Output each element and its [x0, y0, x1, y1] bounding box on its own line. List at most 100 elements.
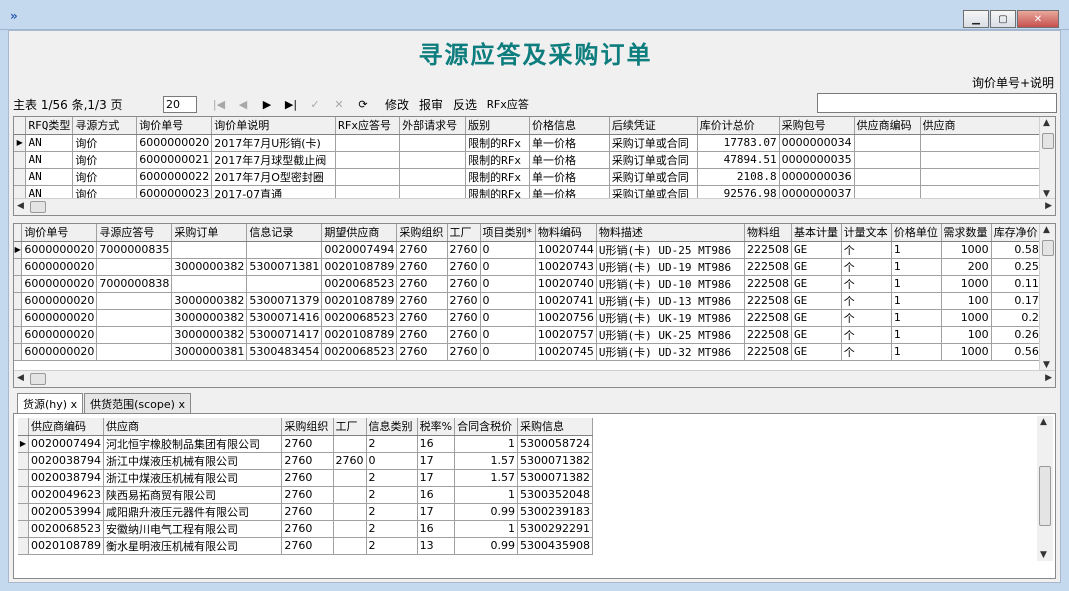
table-cell[interactable]: 2760 [333, 452, 367, 470]
table-cell[interactable]: 1 [891, 275, 942, 293]
table-cell[interactable]: 2760 [447, 275, 481, 293]
table-cell[interactable] [246, 275, 323, 293]
table-cell[interactable]: 2760 [396, 326, 448, 344]
table-cell[interactable]: 0 [366, 452, 418, 470]
table-cell[interactable]: 2 [366, 503, 418, 521]
scroll-up-icon[interactable]: ▲ [1040, 417, 1047, 427]
table-cell[interactable]: 0020068523 [321, 309, 398, 327]
table-cell[interactable]: 0 [480, 309, 536, 327]
column-header[interactable]: 合同含税价 [454, 418, 518, 436]
table-cell[interactable]: 222508 [744, 309, 792, 327]
table-cell[interactable]: 17 [417, 452, 456, 470]
table-cell[interactable]: 0.26 [991, 326, 1042, 344]
edit-button[interactable]: 修改 [385, 96, 409, 113]
table-cell[interactable]: 个 [841, 292, 892, 310]
table-cell[interactable]: AN [25, 134, 74, 152]
table-cell[interactable]: 0020108789 [321, 292, 398, 310]
column-header[interactable]: 询价单号 [136, 117, 213, 135]
table-row[interactable]: 0020108789 衡水星明液压机械有限公司 2760 2 13 0.99 5300435… [18, 537, 593, 555]
table-cell[interactable]: 0020007494 [321, 241, 398, 259]
column-header[interactable]: 采购订单 [171, 224, 248, 242]
table-cell[interactable] [399, 134, 467, 152]
prev-record-button[interactable]: ◀ [231, 98, 255, 111]
table-cell[interactable]: 2 [366, 537, 418, 555]
column-header[interactable]: 信息类别 [366, 418, 418, 436]
row-indicator[interactable] [18, 520, 30, 538]
table-cell[interactable]: 222508 [744, 258, 792, 276]
table-cell[interactable] [854, 168, 921, 186]
table-cell[interactable]: GE [791, 343, 842, 361]
table-cell[interactable]: 0000000035 [779, 151, 855, 169]
row-indicator[interactable] [18, 537, 30, 555]
table-cell[interactable]: 采购订单或合同 [609, 134, 698, 152]
page-size-input[interactable]: 20 [163, 95, 197, 113]
table-cell[interactable]: 2108.8 [697, 168, 780, 186]
table-cell[interactable]: 6000000021 [136, 151, 213, 169]
table-cell[interactable]: 0.2 [991, 309, 1042, 327]
confirm-button[interactable]: ✓ [303, 98, 327, 111]
table-cell[interactable]: 2760 [281, 503, 334, 521]
refresh-button[interactable]: ⟳ [351, 98, 375, 111]
table-cell[interactable]: 0020068523 [28, 520, 104, 538]
scroll-right-icon[interactable]: ▶ [1045, 201, 1052, 211]
table-cell[interactable]: 222508 [744, 292, 792, 310]
table-cell[interactable]: 17 [417, 503, 456, 521]
table-cell[interactable] [171, 241, 248, 259]
table-cell[interactable]: 2760 [396, 309, 448, 327]
table-cell[interactable]: 1000 [941, 309, 992, 327]
table-cell[interactable]: 2017年7月球型截止阀 [211, 151, 337, 169]
table-cell[interactable]: 咸阳鼎升液压元器件有限公司 [103, 503, 283, 521]
scroll-left-icon[interactable]: ◀ [17, 201, 24, 211]
table-cell[interactable]: U形销(卡) UK-19 MT986 [596, 309, 746, 327]
table-cell[interactable]: 10020744 [535, 241, 597, 259]
table-cell[interactable]: 询价 [72, 151, 138, 169]
scroll-up-icon[interactable]: ▲ [1043, 118, 1050, 128]
table-cell[interactable]: 0020049623 [28, 486, 104, 504]
table-row[interactable]: 6000000020 3000000382 5300071416 0020068523… [14, 309, 1055, 327]
table-cell[interactable]: 0020038794 [28, 452, 104, 470]
table-row[interactable]: 0020038794 浙江中煤液压机械有限公司 2760 2760 0 17 1.57 530… [18, 452, 593, 470]
scroll-thumb[interactable] [1042, 133, 1054, 149]
table-cell[interactable]: GE [791, 241, 842, 259]
table-cell[interactable]: 2760 [396, 258, 448, 276]
table-cell[interactable]: 3000000382 [171, 326, 248, 344]
table-cell[interactable] [246, 241, 323, 259]
table-cell[interactable] [333, 520, 367, 538]
table-cell[interactable] [96, 309, 173, 327]
table-row[interactable]: ▶ AN 询价 6000000020 2017年7月U形销(卡) 限制的RFx 单一价格 采购… [14, 134, 1055, 152]
table-cell[interactable]: 2760 [447, 292, 481, 310]
scroll-thumb[interactable] [1042, 240, 1054, 256]
table-cell[interactable]: 5300292291 [517, 520, 593, 538]
table-cell[interactable]: 5300435908 [517, 537, 593, 555]
table-row[interactable]: 0020049623 陕西易拓商贸有限公司 2760 2 16 1 5300352048 [18, 486, 593, 504]
table-cell[interactable]: 6000000020 [21, 309, 98, 327]
scroll-right-icon[interactable]: ▶ [1045, 373, 1052, 383]
table-cell[interactable]: 2760 [281, 520, 334, 538]
table-cell[interactable]: 2760 [447, 343, 481, 361]
current-row-indicator-icon[interactable]: ▶ [14, 134, 27, 152]
table-cell[interactable] [333, 537, 367, 555]
column-header[interactable]: 询价单号 [21, 224, 98, 242]
column-header[interactable]: RFx应答号 [335, 117, 401, 135]
table-cell[interactable]: 13 [417, 537, 456, 555]
table-cell[interactable]: 5300071382 [517, 452, 593, 470]
table-cell[interactable]: 个 [841, 309, 892, 327]
table-cell[interactable]: 1 [454, 520, 518, 538]
table-cell[interactable]: 0.58 [991, 241, 1042, 259]
table-cell[interactable]: 3000000382 [171, 309, 248, 327]
table-cell[interactable]: U形销(卡) UD-19 MT986 [596, 258, 746, 276]
next-record-button[interactable]: ▶ [255, 98, 279, 111]
table-cell[interactable]: 222508 [744, 241, 792, 259]
column-header[interactable]: 外部请求号 [399, 117, 467, 135]
table-cell[interactable]: 2 [366, 435, 418, 453]
tab-close-icon[interactable]: x [71, 398, 78, 411]
table-row[interactable]: ▶ 0020007494 河北恒宇橡胶制品集团有限公司 2760 2 16 1 5300058… [18, 435, 593, 453]
table-row[interactable]: AN 询价 6000000022 2017年7月O型密封圈 限制的RFx 单一价格 采购订单… [14, 168, 1055, 186]
table-cell[interactable]: 0 [480, 326, 536, 344]
rfq-grid-horizontal-scrollbar[interactable]: ◀ ▶ [14, 198, 1055, 215]
row-indicator[interactable] [18, 486, 30, 504]
table-cell[interactable]: U形销(卡) UD-25 MT986 [596, 241, 746, 259]
table-cell[interactable]: 10020756 [535, 309, 597, 327]
table-cell[interactable]: 6000000020 [21, 241, 98, 259]
table-cell[interactable]: 6000000020 [136, 134, 213, 152]
